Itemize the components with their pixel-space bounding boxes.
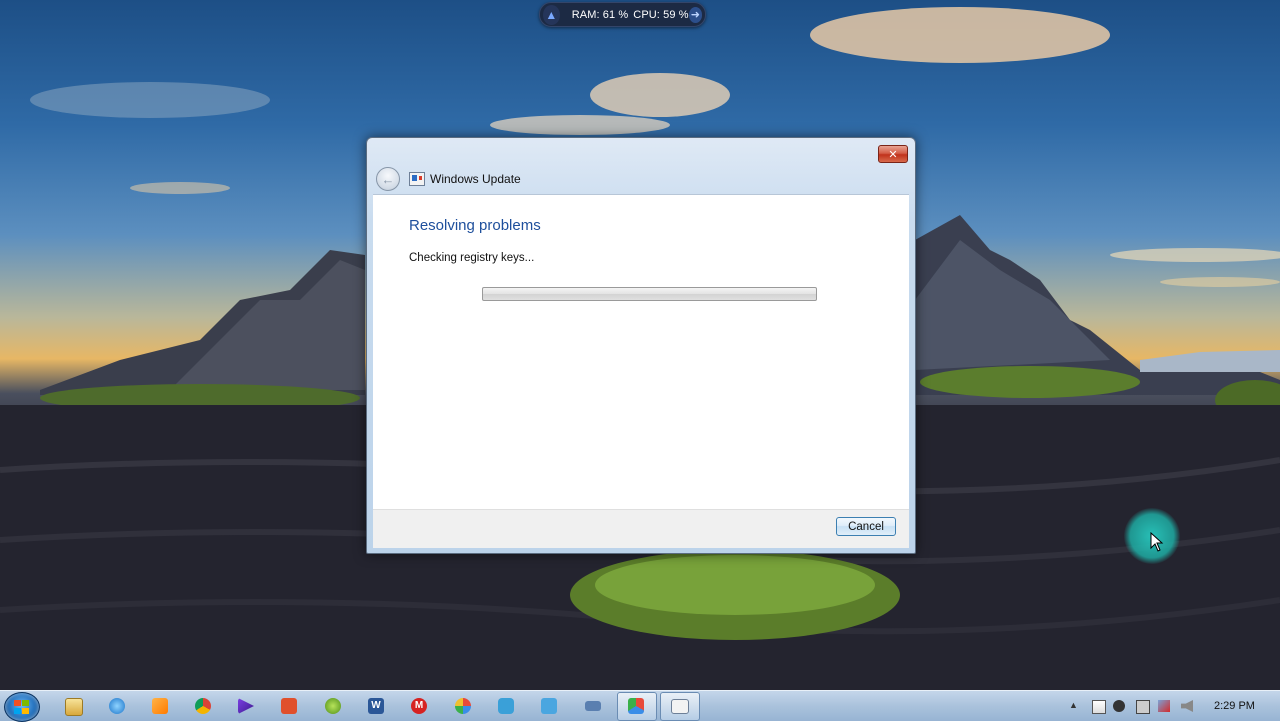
close-button[interactable]: ✕ [878,145,908,163]
status-text: Checking registry keys... [409,252,535,264]
keyboard-icon[interactable] [585,701,601,711]
video-player-icon[interactable] [238,698,254,714]
arrow-right-icon[interactable]: ➜ [688,6,702,23]
windows-update-dialog: ✕ ← Windows Update Resolving problems Ch… [366,137,916,554]
snipping-tool-icon[interactable] [498,698,514,714]
pinwheel-icon[interactable] [455,698,471,714]
file-explorer-icon[interactable] [65,698,83,716]
volume-icon[interactable] [1181,700,1193,712]
word-icon[interactable]: W [368,698,384,714]
window-title: Windows Update [430,172,521,186]
power-icon[interactable] [1136,700,1150,714]
back-arrow-icon[interactable]: ← [376,167,400,191]
mouse-cursor-icon [1150,532,1164,552]
network-icon[interactable] [1158,700,1170,712]
ram-usage-label: RAM: 61 % [571,8,629,21]
cancel-button[interactable]: Cancel [836,517,896,536]
red-app-icon[interactable]: M [411,698,427,714]
dialog-footer: Cancel [373,509,909,548]
internet-explorer-icon[interactable] [109,698,125,714]
windows-update-icon [409,172,425,186]
action-center-flag-icon[interactable] [1092,700,1106,714]
network-tool-icon[interactable] [541,698,557,714]
office-app-icon[interactable] [281,698,297,714]
display-app-icon[interactable] [628,698,644,714]
media-player-icon[interactable] [152,698,168,714]
taskbar: W M ▲ 2:29 PM [0,690,1280,722]
dialog-content: Resolving problems Checking registry key… [373,194,909,510]
page-heading: Resolving problems [409,217,541,234]
green-app-icon[interactable] [325,698,341,714]
system-monitor-widget[interactable]: ▲ RAM: 61 % CPU: 59 % ➜ [539,2,706,27]
progress-bar [482,287,817,301]
windows-update-icon[interactable] [671,699,689,714]
rocket-icon[interactable]: ▲ [543,4,560,25]
show-hidden-icon[interactable]: ▲ [1069,700,1081,712]
chrome-icon[interactable] [195,698,211,714]
m-app-icon[interactable] [1113,700,1125,712]
start-button[interactable] [4,692,40,722]
taskbar-clock[interactable]: 2:29 PM [1214,700,1255,712]
cpu-usage-label: CPU: 59 % [633,8,689,21]
